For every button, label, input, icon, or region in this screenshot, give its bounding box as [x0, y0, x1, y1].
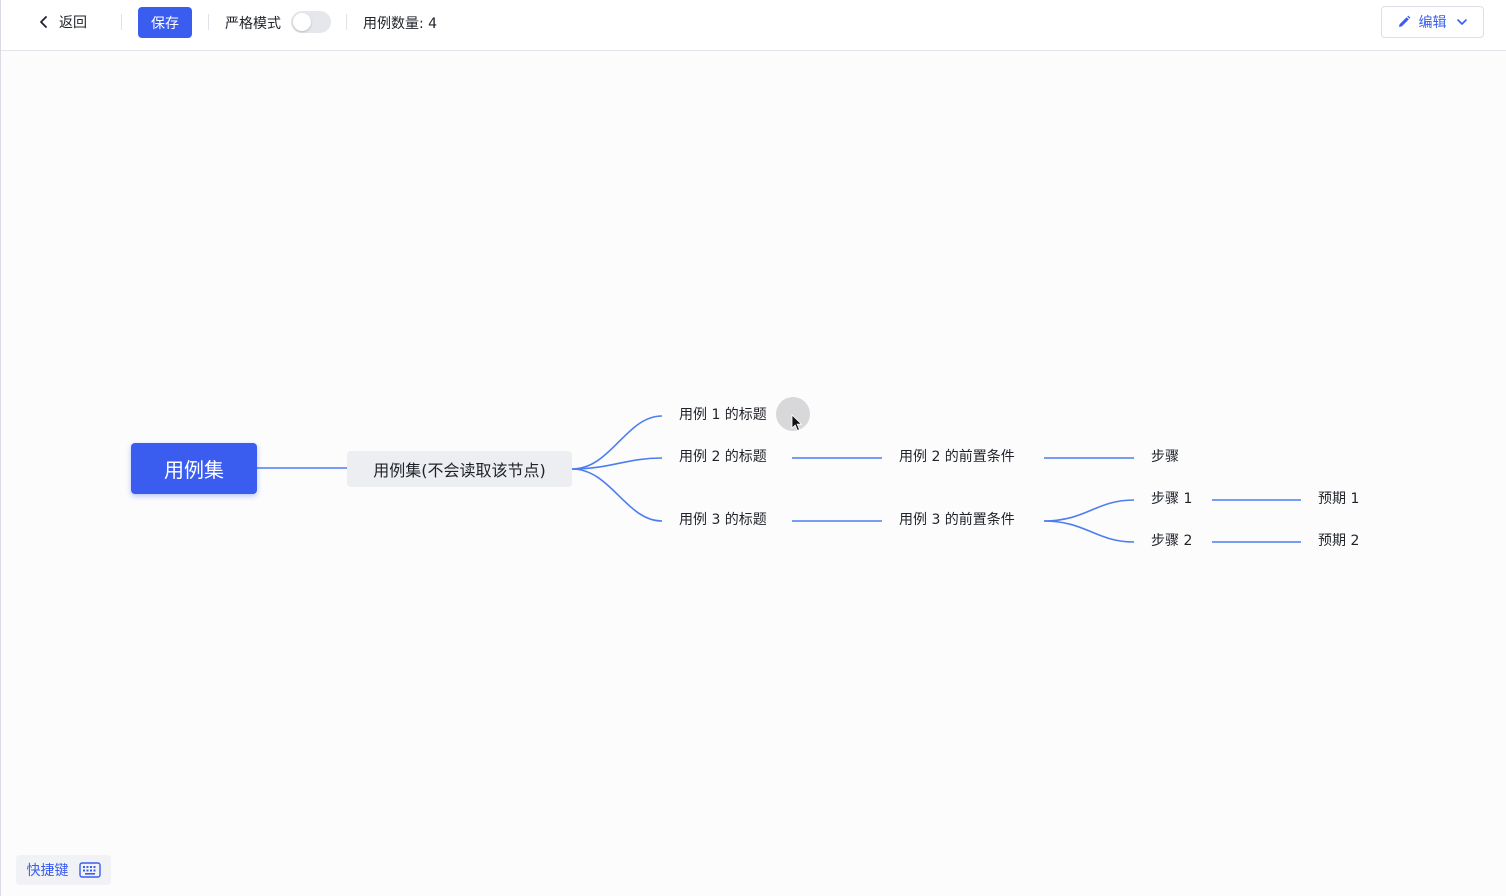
app-frame: 返回 保存 严格模式 用例数量: 4 编辑 用例集 用例集(不会读取该节点) 用… — [0, 0, 1506, 896]
case3-title-node[interactable]: 用例 3 的标题 — [679, 511, 767, 529]
mouse-cursor-icon — [791, 414, 803, 432]
case3-expect1-node[interactable]: 预期 1 — [1318, 490, 1359, 508]
link-suite-case3 — [571, 468, 663, 522]
case1-title-node[interactable]: 用例 1 的标题 — [679, 406, 767, 424]
link-case3pre-step2 — [1043, 520, 1135, 543]
case3-precondition-node[interactable]: 用例 3 的前置条件 — [899, 511, 1015, 529]
shortcut-button[interactable]: 快捷键 — [16, 855, 111, 885]
shortcut-label: 快捷键 — [26, 863, 69, 879]
mindmap-suite-node[interactable]: 用例集(不会读取该节点) — [347, 451, 572, 487]
link-case3pre-step1 — [1043, 499, 1135, 522]
case3-step2-node[interactable]: 步骤 2 — [1151, 532, 1192, 550]
case3-step1-node[interactable]: 步骤 1 — [1151, 490, 1192, 508]
keyboard-icon — [78, 862, 101, 878]
mindmap-root-node[interactable]: 用例集 — [131, 443, 257, 494]
case3-expect2-node[interactable]: 预期 2 — [1318, 532, 1359, 550]
case2-title-node[interactable]: 用例 2 的标题 — [679, 448, 767, 466]
link-suite-case1 — [571, 415, 663, 470]
mindmap-canvas[interactable]: 用例集 用例集(不会读取该节点) 用例 1 的标题 用例 2 的标题 用例 3 … — [1, 0, 1506, 896]
case2-step-node[interactable]: 步骤 — [1151, 448, 1179, 466]
case2-precondition-node[interactable]: 用例 2 的前置条件 — [899, 448, 1015, 466]
